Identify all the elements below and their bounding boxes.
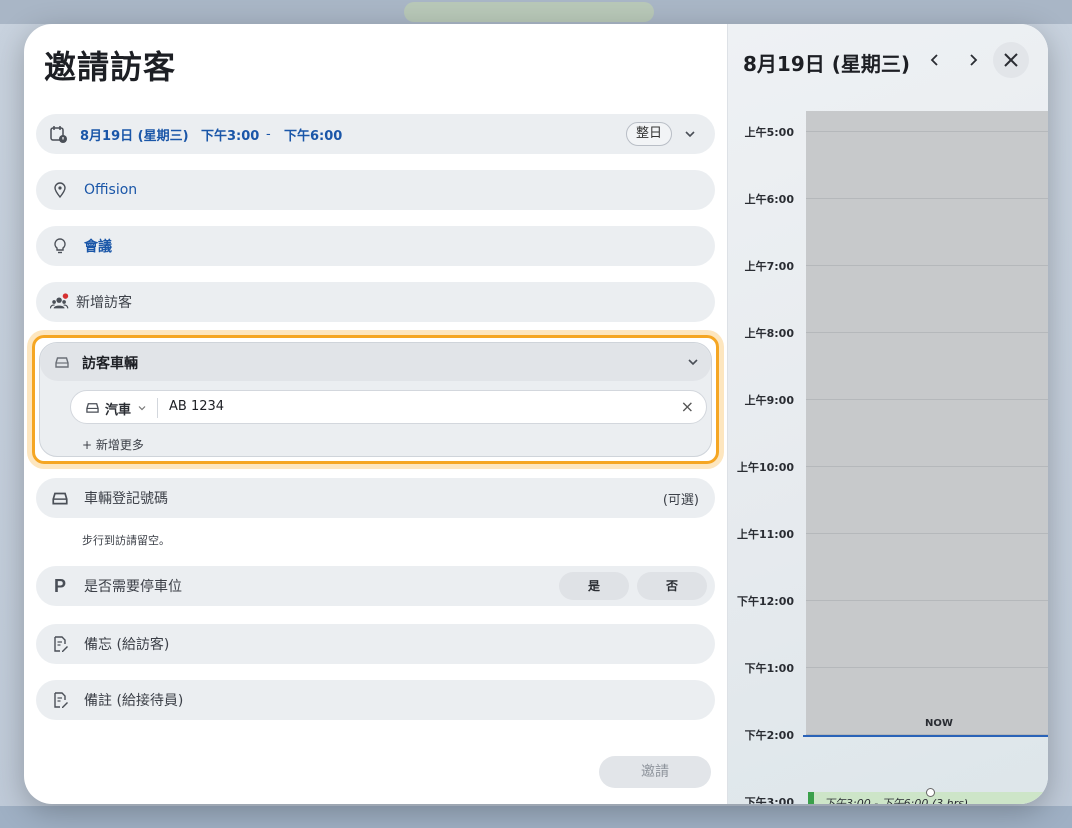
lightbulb-icon — [50, 236, 70, 256]
date-value[interactable]: 8月19日 (星期三) — [80, 125, 189, 144]
add-visitor-input[interactable]: 新增訪客 — [76, 292, 132, 312]
visitor-vehicle-header[interactable]: 訪客車輛 — [40, 343, 711, 381]
all-day-toggle[interactable]: 整日 — [626, 122, 672, 146]
invite-button[interactable]: 邀請 — [599, 756, 711, 788]
car-icon — [55, 357, 69, 368]
background-bottom — [0, 806, 1072, 828]
event-resize-handle[interactable] — [926, 788, 935, 797]
vehicle-entry[interactable]: 汽車 AB 1234 × — [70, 390, 707, 424]
parking-label: 是否需要停車位 — [84, 579, 182, 595]
chevron-down-icon[interactable] — [683, 127, 697, 141]
hour-label: 上午10:00 — [736, 461, 794, 474]
page-title: 邀請訪客 — [44, 48, 177, 86]
car-icon — [86, 403, 99, 413]
plate-input[interactable]: AB 1234 — [169, 399, 224, 414]
hour-gridline — [806, 131, 1048, 132]
hour-label: 上午11:00 — [736, 528, 794, 541]
parking-icon: P — [53, 575, 66, 596]
chevron-left-icon[interactable] — [928, 53, 942, 67]
hour-gridline — [806, 533, 1048, 534]
memo-reception-input[interactable]: 備註 (給接待員) — [84, 690, 183, 710]
hour-label: 上午5:00 — [744, 126, 794, 139]
hour-label: 上午6:00 — [744, 193, 794, 206]
background-pill — [404, 2, 654, 22]
end-time[interactable]: 下午6:00 — [284, 125, 342, 144]
hour-label: 上午7:00 — [744, 260, 794, 273]
plate-registration-input[interactable]: 車輛登記號碼 — [84, 488, 168, 508]
calendar-busy-block — [806, 111, 1048, 735]
visitor-vehicle-card: 訪客車輛 汽車 AB 1234 × + 新增更多 — [39, 342, 712, 457]
clear-icon[interactable]: × — [681, 397, 694, 416]
start-time[interactable]: 下午3:00 — [201, 125, 259, 144]
optional-label: (可選) — [662, 492, 699, 508]
memo-reception-row[interactable]: 備註 (給接待員) — [36, 680, 715, 720]
hour-gridline — [806, 198, 1048, 199]
divider — [157, 398, 158, 418]
add-visitor-row[interactable]: 新增訪客 — [36, 282, 715, 322]
parking-row: P 是否需要停車位 是 否 — [36, 566, 715, 606]
hour-gridline — [806, 466, 1048, 467]
calendar-date-title: 8月19日 (星期三) — [743, 52, 910, 76]
chevron-right-icon[interactable] — [966, 53, 980, 67]
close-icon — [1004, 53, 1018, 67]
parking-yes-button[interactable]: 是 — [559, 572, 629, 600]
hour-gridline — [806, 667, 1048, 668]
walk-in-hint: 步行到訪請留空。 — [82, 534, 170, 547]
date-time-row[interactable]: 8月19日 (星期三) 下午3:00 - 下午6:00 整日 — [36, 114, 715, 154]
calendar-panel: 8月19日 (星期三) 上午5:00 上午6:00 上午7:00 上午8:00 上午9:… — [727, 24, 1048, 804]
invite-form: 邀請訪客 8月19日 (星期三) 下午3:00 - 下午6:00 整日 Offi… — [24, 24, 727, 804]
add-more-button[interactable]: + 新增更多 — [82, 436, 144, 453]
hour-gridline — [806, 265, 1048, 266]
chevron-down-icon[interactable] — [137, 403, 147, 413]
chevron-down-icon[interactable] — [686, 355, 700, 369]
calendar-clock-icon — [48, 124, 68, 144]
hour-label: 下午2:00 — [744, 729, 794, 742]
location-pin-icon — [50, 180, 70, 200]
plate-registration-row[interactable]: 車輛登記號碼 (可選) — [36, 478, 715, 518]
group-add-icon — [50, 292, 70, 312]
memo-visitor-input[interactable]: 備忘 (給訪客) — [84, 634, 169, 654]
hour-label: 上午9:00 — [744, 394, 794, 407]
vehicle-type-select[interactable]: 汽車 — [105, 399, 131, 418]
hour-label: 上午8:00 — [744, 327, 794, 340]
hour-gridline — [806, 399, 1048, 400]
location-row[interactable]: Offision — [36, 170, 715, 210]
event-label: 下午3:00 - 下午6:00 (3 hrs) — [824, 797, 969, 804]
purpose-value: 會議 — [84, 239, 112, 255]
hour-gridline — [806, 600, 1048, 601]
now-indicator — [803, 735, 1048, 737]
now-label: NOW — [925, 718, 953, 729]
hour-gridline — [806, 332, 1048, 333]
memo-visitor-row[interactable]: 備忘 (給訪客) — [36, 624, 715, 664]
visitor-vehicle-section: 訪客車輛 汽車 AB 1234 × + 新增更多 — [32, 335, 719, 464]
hour-label: 下午1:00 — [744, 662, 794, 675]
note-edit-icon — [50, 690, 70, 710]
visitor-vehicle-label: 訪客車輛 — [82, 356, 138, 372]
car-icon — [50, 488, 70, 508]
parking-no-button[interactable]: 否 — [637, 572, 707, 600]
location-value: Offision — [84, 182, 138, 198]
time-separator: - — [266, 126, 271, 142]
hour-label: 下午12:00 — [736, 595, 794, 608]
hour-label: 下午3:00 — [744, 796, 794, 804]
purpose-row[interactable]: 會議 — [36, 226, 715, 266]
note-edit-icon — [50, 634, 70, 654]
invite-visitor-dialog: 邀請訪客 8月19日 (星期三) 下午3:00 - 下午6:00 整日 Offi… — [24, 24, 1048, 804]
close-button[interactable] — [993, 42, 1029, 78]
